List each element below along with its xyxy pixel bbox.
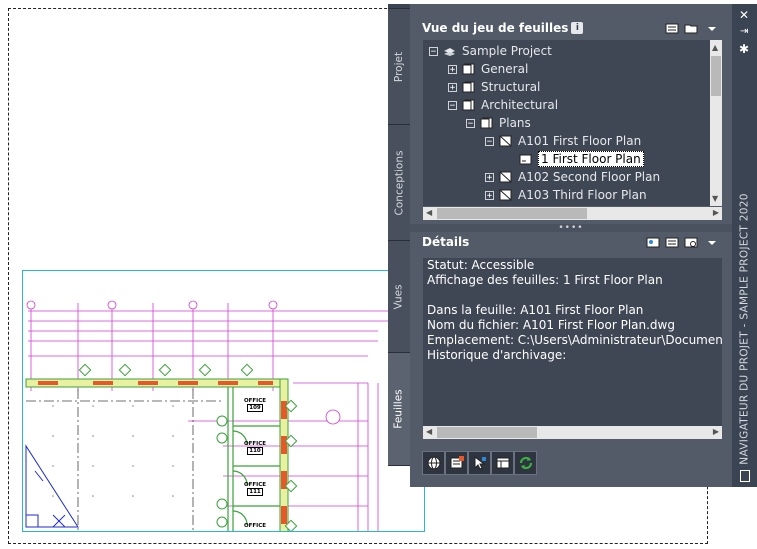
details-location: Emplacement: C:\Users\Administrateur\Doc…: [427, 333, 722, 347]
globe-publish-button[interactable]: [422, 451, 445, 475]
refresh-icon: [519, 456, 532, 470]
tree-node-view-1[interactable]: 1 First Floor Plan: [519, 150, 644, 168]
palette-title: NAVIGATEUR DU PROJET - SAMPLE PROJECT 20…: [738, 193, 751, 465]
tab-projet[interactable]: Projet: [388, 8, 410, 126]
globe-icon: [427, 456, 440, 470]
tree-node-label: General: [481, 62, 529, 76]
tab-vues[interactable]: Vues: [388, 240, 410, 354]
tree-node-a101[interactable]: − A101 First Floor Plan: [485, 132, 641, 150]
tree-node-label: A103 Third Floor Plan: [518, 188, 647, 202]
room-label-2: OFFICE 110: [243, 441, 267, 455]
pin-icon[interactable]: ⇥: [740, 26, 748, 37]
info-icon[interactable]: i: [571, 22, 584, 34]
tree-horizontal-scrollbar[interactable]: ◀ ▶: [423, 207, 722, 220]
sheet-icon: [499, 171, 512, 183]
tree-node-a102[interactable]: + A102 Second Floor Plan: [485, 168, 660, 186]
room-label-4: OFFICE: [243, 523, 267, 529]
floor-plan-drawing: [25, 300, 388, 531]
tree-node-label: Sample Project: [462, 44, 552, 58]
details-header: Détails: [422, 231, 722, 253]
sheet-icon: [499, 135, 512, 147]
tree-node-general[interactable]: + General: [448, 60, 528, 78]
close-icon[interactable]: ✕: [739, 8, 749, 22]
dropdown-arrow-icon[interactable]: [707, 22, 722, 35]
tree-node-label: Plans: [499, 116, 531, 130]
subset-icon: [462, 99, 475, 111]
collapse-toggle[interactable]: −: [448, 100, 457, 110]
bottom-toolbar: [422, 451, 537, 477]
details-archive-history: Historique d'archivage:: [427, 348, 567, 362]
subset-icon: [462, 81, 475, 93]
details-title: Détails: [422, 235, 470, 249]
drawing-viewport[interactable]: OFFICE 109 OFFICE 110 OFFICE 111 OFFICE: [22, 270, 425, 532]
refresh-button[interactable]: [514, 451, 537, 475]
tab-conceptions[interactable]: Conceptions: [388, 124, 410, 242]
details-view-icon[interactable]: [665, 236, 680, 249]
tree-vertical-scrollbar[interactable]: ▲ ▼: [710, 40, 722, 206]
palette-tab-strip: Projet Conceptions Vues Feuilles: [388, 4, 410, 466]
tab-feuilles[interactable]: Feuilles: [388, 352, 410, 466]
sheet-set-title: Vue du jeu de feuilles: [422, 21, 569, 35]
details-status: Statut: Accessible: [427, 258, 535, 272]
table-button[interactable]: [491, 451, 514, 475]
table-icon: [496, 457, 509, 469]
scroll-left-arrow[interactable]: ◀: [426, 208, 432, 217]
scroll-thumb[interactable]: [437, 208, 587, 219]
sheet-icon: [499, 189, 512, 201]
subset-icon: [480, 117, 493, 129]
tree-node-plans[interactable]: − Plans: [466, 114, 531, 132]
open-sheet-set-icon[interactable]: [684, 22, 699, 35]
details-in-sheet: Dans la feuille: A101 First Floor Plan: [427, 303, 644, 317]
tree-node-label: Structural: [481, 80, 541, 94]
details-file-name: Nom du fichier: A101 First Floor Plan.dw…: [427, 318, 675, 332]
details-spacer: [423, 288, 722, 303]
room-label-1: OFFICE 109: [243, 398, 267, 412]
sheet-set-view-icon[interactable]: [665, 22, 680, 35]
palette-menu-icon[interactable]: [740, 470, 750, 482]
preview-icon[interactable]: [646, 236, 661, 249]
view-icon: [519, 153, 532, 165]
scroll-left-arrow[interactable]: ◀: [426, 427, 432, 436]
subset-icon: [462, 63, 475, 75]
tree-node-label: A102 Second Floor Plan: [518, 170, 661, 184]
room-label-3: OFFICE 111: [243, 482, 267, 496]
project-navigator-palette: Projet Conceptions Vues Feuilles Vue du …: [388, 4, 757, 549]
details-panel: Statut: Accessible Affichage des feuille…: [423, 258, 722, 428]
scroll-down-arrow[interactable]: ▼: [712, 194, 718, 203]
details-horizontal-scrollbar[interactable]: ◀ ▶: [423, 426, 722, 439]
sheet-set-tree[interactable]: − Sample Project + General + Structural …: [423, 40, 722, 206]
scroll-right-arrow[interactable]: ▶: [713, 208, 719, 217]
cursor-icon: [474, 455, 486, 470]
details-sheet-display: Affichage des feuilles: 1 First Floor Pl…: [427, 273, 663, 287]
tree-node-label: A101 First Floor Plan: [518, 134, 642, 148]
expand-toggle[interactable]: +: [485, 172, 494, 182]
expand-toggle[interactable]: +: [448, 82, 457, 92]
scroll-thumb[interactable]: [437, 427, 537, 438]
tree-node-label: Architectural: [481, 98, 559, 112]
expand-toggle[interactable]: +: [485, 190, 494, 200]
sheet-set-header: Vue du jeu de feuilles i: [422, 17, 722, 39]
tree-node-a103[interactable]: + A103 Third Floor Plan: [485, 186, 647, 204]
tree-node-architectural[interactable]: − Architectural: [448, 96, 558, 114]
sheet-list-button[interactable]: [445, 451, 468, 475]
expand-toggle[interactable]: +: [448, 64, 457, 74]
sheet-list-icon: [450, 456, 464, 469]
tree-node-label-selected: 1 First Floor Plan: [538, 151, 644, 167]
scroll-right-arrow[interactable]: ▶: [713, 427, 719, 436]
scroll-up-arrow[interactable]: ▲: [712, 43, 718, 52]
project-stack-icon: [443, 45, 456, 57]
collapse-toggle[interactable]: −: [466, 118, 475, 128]
thumbnail-view-icon[interactable]: [684, 236, 699, 249]
gear-icon[interactable]: ✱: [739, 42, 749, 56]
dropdown-arrow-icon[interactable]: [707, 236, 722, 249]
tree-node-structural[interactable]: + Structural: [448, 78, 540, 96]
tree-node-project[interactable]: − Sample Project: [429, 42, 552, 60]
collapse-toggle[interactable]: −: [485, 136, 494, 146]
collapse-toggle[interactable]: −: [429, 46, 438, 56]
scroll-thumb[interactable]: [711, 56, 721, 96]
select-sheet-button[interactable]: [468, 451, 491, 475]
